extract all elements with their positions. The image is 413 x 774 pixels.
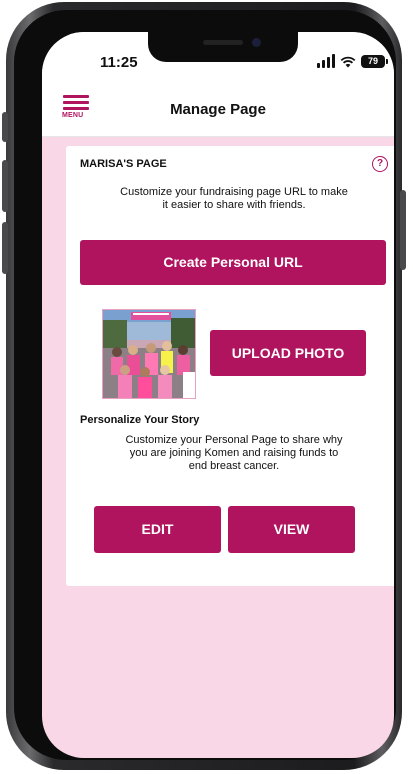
event-photo-image xyxy=(103,310,195,398)
phone-bezel: 11:25 79 MENU Manage Page MARISA'S PAGE … xyxy=(14,10,396,760)
story-description-line: Customize your Personal Page to share wh… xyxy=(125,434,343,446)
silent-switch xyxy=(2,112,8,142)
view-button[interactable]: VIEW xyxy=(228,506,355,553)
create-personal-url-button[interactable]: Create Personal URL xyxy=(80,240,386,285)
url-description-line: it easier to share with friends. xyxy=(162,199,306,211)
url-description-line: Customize your fundraising page URL to m… xyxy=(120,186,348,198)
profile-photo[interactable] xyxy=(102,309,196,399)
earpiece-speaker xyxy=(203,40,243,45)
story-description-line: you are joining Komen and raising funds … xyxy=(129,447,339,459)
volume-up-button xyxy=(2,160,8,212)
cellular-signal-icon xyxy=(317,54,335,68)
wifi-icon xyxy=(340,56,356,68)
story-description: Customize your Personal Page to share wh… xyxy=(88,434,380,473)
battery-icon: 79 xyxy=(361,55,388,68)
story-section-title: Personalize Your Story xyxy=(80,414,200,426)
question-circle-icon[interactable]: ? xyxy=(372,156,388,172)
story-description-line: end breast cancer. xyxy=(188,460,280,472)
phone-notch xyxy=(148,32,298,62)
status-time: 11:25 xyxy=(100,54,138,71)
power-button xyxy=(400,190,406,270)
status-icons: 79 xyxy=(317,52,388,68)
page-title: Manage Page xyxy=(170,101,266,118)
card-title: MARISA'S PAGE xyxy=(80,158,167,170)
front-camera xyxy=(252,38,261,47)
url-description: Customize your fundraising page URL to m… xyxy=(88,186,380,212)
app-screen: 11:25 79 MENU Manage Page MARISA'S PAGE … xyxy=(42,32,394,758)
upload-photo-button[interactable]: UPLOAD PHOTO xyxy=(210,330,366,376)
edit-button[interactable]: EDIT xyxy=(94,506,221,553)
app-header: MENU Manage Page xyxy=(42,88,394,137)
volume-down-button xyxy=(2,222,8,274)
manage-page-card: MARISA'S PAGE ? Customize your fundraisi… xyxy=(66,146,394,586)
screenshot-stage: 11:25 79 MENU Manage Page MARISA'S PAGE … xyxy=(0,0,413,774)
hamburger-menu-icon xyxy=(63,95,89,98)
